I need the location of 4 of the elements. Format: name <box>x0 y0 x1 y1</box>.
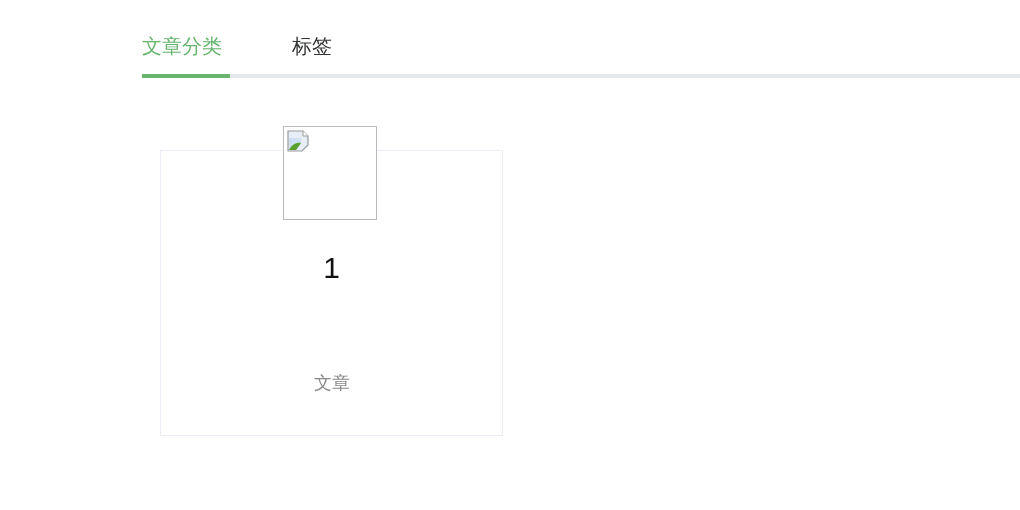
count-number: 1 <box>323 251 340 285</box>
card-label: 文章 <box>313 372 350 394</box>
broken-image-icon <box>287 130 311 154</box>
tab[interactable]: 标签 <box>292 34 340 78</box>
